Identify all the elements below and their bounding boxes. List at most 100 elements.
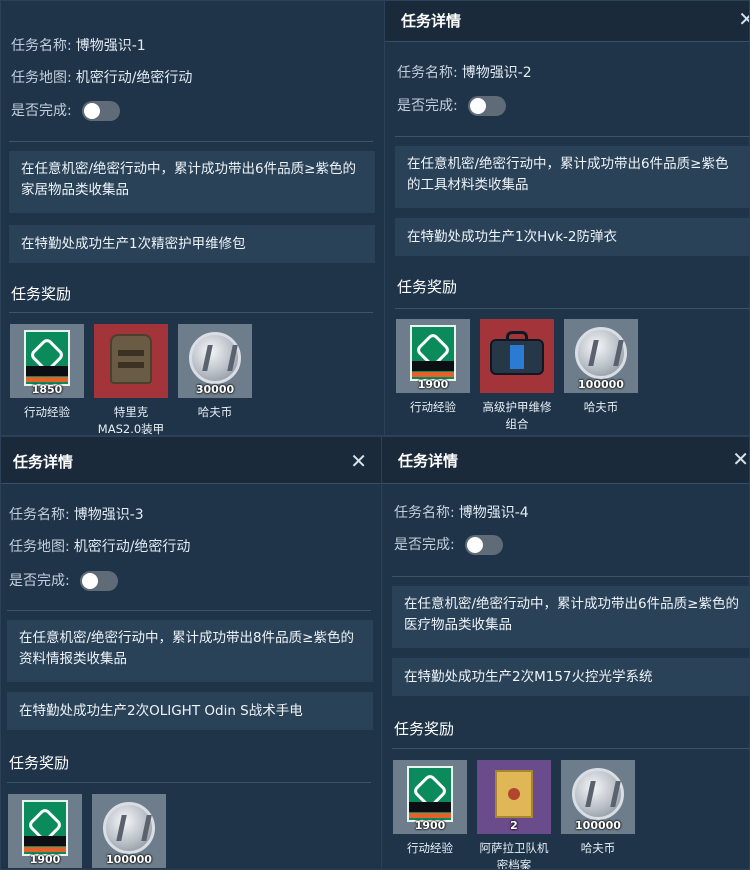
reward-item[interactable]: 2 阿萨拉卫队机密档案 <box>477 760 551 870</box>
task-name-row: 任务名称: 博物强识-1 <box>11 35 146 55</box>
xp-card-icon <box>407 766 453 822</box>
task-panel-4: 任务详情 ✕ 任务名称: 博物强识-4 是否完成: 在任意机密/绝密行动中，累计成… <box>381 436 750 870</box>
reward-name: 特里克MAS2.0装甲 <box>97 405 165 436</box>
xp-card-icon <box>410 325 456 381</box>
task-objective-2: 在特勤处成功生产1次Hvk-2防弹衣 <box>395 218 749 256</box>
task-name-label: 任务名称: <box>397 65 458 81</box>
reward-icon-box <box>480 319 554 393</box>
reward-quantity: 1900 <box>417 378 449 391</box>
completion-row: 是否完成: <box>394 534 503 555</box>
task-name-value: 博物强识-4 <box>458 505 529 521</box>
reward-name: 行动经验 <box>410 400 456 414</box>
task-map-row: 任务地图: 机密行动/绝密行动 <box>9 536 190 556</box>
reward-name: 高级护甲维修组合 <box>482 400 552 431</box>
xp-card-icon <box>22 800 68 856</box>
reward-icon-box: 1900 <box>393 760 467 834</box>
task-objective-1: 在任意机密/绝密行动中，累计成功带出8件品质≥紫色的资料情报类收集品 <box>7 620 373 682</box>
reward-icon-box: 100000 <box>564 319 638 393</box>
close-icon[interactable]: ✕ <box>732 447 749 471</box>
divider <box>7 782 371 783</box>
reward-name: 阿萨拉卫队机密档案 <box>479 841 549 870</box>
divider <box>392 576 749 577</box>
reward-quantity: 30000 <box>195 383 235 396</box>
secret-file-icon <box>495 770 533 818</box>
task-name-label: 任务名称: <box>394 505 455 521</box>
close-icon[interactable]: ✕ <box>350 449 367 473</box>
rewards-title: 任务奖励 <box>11 285 72 303</box>
reward-icon-box: 1900 <box>8 794 82 868</box>
reward-quantity: 1900 <box>414 819 446 832</box>
coin-icon <box>189 332 241 384</box>
repair-kit-bag-icon <box>490 331 544 375</box>
reward-item[interactable]: 1900 <box>8 794 82 868</box>
panel-header: 任务详情 ✕ <box>1 437 383 484</box>
reward-name: 哈夫币 <box>583 400 619 414</box>
panel-title: 任务详情 <box>13 453 74 471</box>
reward-quantity: 2 <box>510 819 518 832</box>
reward-item[interactable]: 1850 行动经验 <box>10 324 84 421</box>
task-name-row: 任务名称: 博物强识-4 <box>394 502 529 522</box>
task-objective-2: 在特勤处成功生产1次精密护甲维修包 <box>9 225 375 263</box>
task-map-label: 任务地图: <box>11 70 72 86</box>
divider <box>395 136 749 137</box>
reward-icon-box <box>94 324 168 398</box>
task-map-label: 任务地图: <box>9 539 70 555</box>
task-objective-2: 在特勤处成功生产2次OLIGHT Odin S战术手电 <box>7 692 373 730</box>
divider <box>9 312 373 313</box>
divider <box>395 308 749 309</box>
close-icon[interactable]: ✕ <box>738 7 749 31</box>
reward-item[interactable]: 100000 哈夫币 <box>564 319 638 416</box>
toggle-knob <box>83 103 100 119</box>
reward-item[interactable]: 特里克MAS2.0装甲 <box>94 324 168 436</box>
divider <box>392 748 749 749</box>
completion-toggle[interactable] <box>467 96 506 116</box>
task-name-label: 任务名称: <box>11 38 72 54</box>
reward-name: 行动经验 <box>407 841 453 855</box>
task-objective-1: 在任意机密/绝密行动中，累计成功带出6件品质≥紫色的家居物品类收集品 <box>9 151 375 213</box>
rewards-title: 任务奖励 <box>9 754 70 772</box>
completion-row: 是否完成: <box>11 100 120 121</box>
task-map-row: 任务地图: 机密行动/绝密行动 <box>11 67 192 87</box>
completion-toggle[interactable] <box>79 571 118 591</box>
reward-icon-box: 30000 <box>178 324 252 398</box>
task-panel-2: 任务详情 ✕ 任务名称:博物强识-2 是否完成: 在任意机密/绝密行动中，累计成… <box>384 0 750 436</box>
panel-header: 任务详情 ✕ <box>382 437 749 484</box>
reward-item[interactable]: 1900 行动经验 <box>393 760 467 857</box>
reward-icon-box: 1900 <box>396 319 470 393</box>
reward-quantity: 100000 <box>106 853 152 866</box>
reward-name: 哈夫币 <box>580 841 616 855</box>
task-map-value: 机密行动/绝密行动 <box>75 70 193 86</box>
reward-item[interactable]: 高级护甲维修组合 <box>480 319 554 433</box>
toggle-knob <box>81 573 98 589</box>
toggle-knob <box>466 537 483 553</box>
divider <box>9 141 373 142</box>
reward-icon-box: 100000 <box>92 794 166 868</box>
reward-name: 哈夫币 <box>197 405 233 419</box>
toggle-knob <box>469 98 486 114</box>
divider <box>7 610 371 611</box>
reward-item[interactable]: 100000 <box>92 794 166 868</box>
reward-item[interactable]: 100000 哈夫币 <box>561 760 635 857</box>
reward-item[interactable]: 30000 哈夫币 <box>178 324 252 421</box>
reward-quantity: 100000 <box>578 378 624 391</box>
task-name-value: 博物强识-2 <box>461 65 532 81</box>
coin-icon <box>103 802 155 854</box>
task-name-value: 博物强识-3 <box>73 507 144 523</box>
task-name-label: 任务名称: <box>9 507 70 523</box>
panel-title: 任务详情 <box>401 12 462 30</box>
rewards-title: 任务奖励 <box>394 720 455 738</box>
coin-icon <box>575 327 627 379</box>
task-objective-1: 在任意机密/绝密行动中，累计成功带出6件品质≥紫色的工具材料类收集品 <box>395 146 749 208</box>
armor-vest-icon <box>110 334 152 384</box>
completion-row: 是否完成: <box>9 570 118 591</box>
completion-label: 是否完成: <box>397 98 458 114</box>
reward-icon-box: 2 <box>477 760 551 834</box>
reward-quantity: 1900 <box>29 853 61 866</box>
completion-toggle[interactable] <box>81 101 120 121</box>
task-objective-1: 在任意机密/绝密行动中，累计成功带出6件品质≥紫色的医疗物品类收集品 <box>392 586 749 648</box>
reward-icon-box: 100000 <box>561 760 635 834</box>
reward-item[interactable]: 1900 行动经验 <box>396 319 470 416</box>
completion-toggle[interactable] <box>464 535 503 555</box>
task-name-row: 任务名称: 博物强识-3 <box>9 504 144 524</box>
reward-quantity: 100000 <box>575 819 621 832</box>
